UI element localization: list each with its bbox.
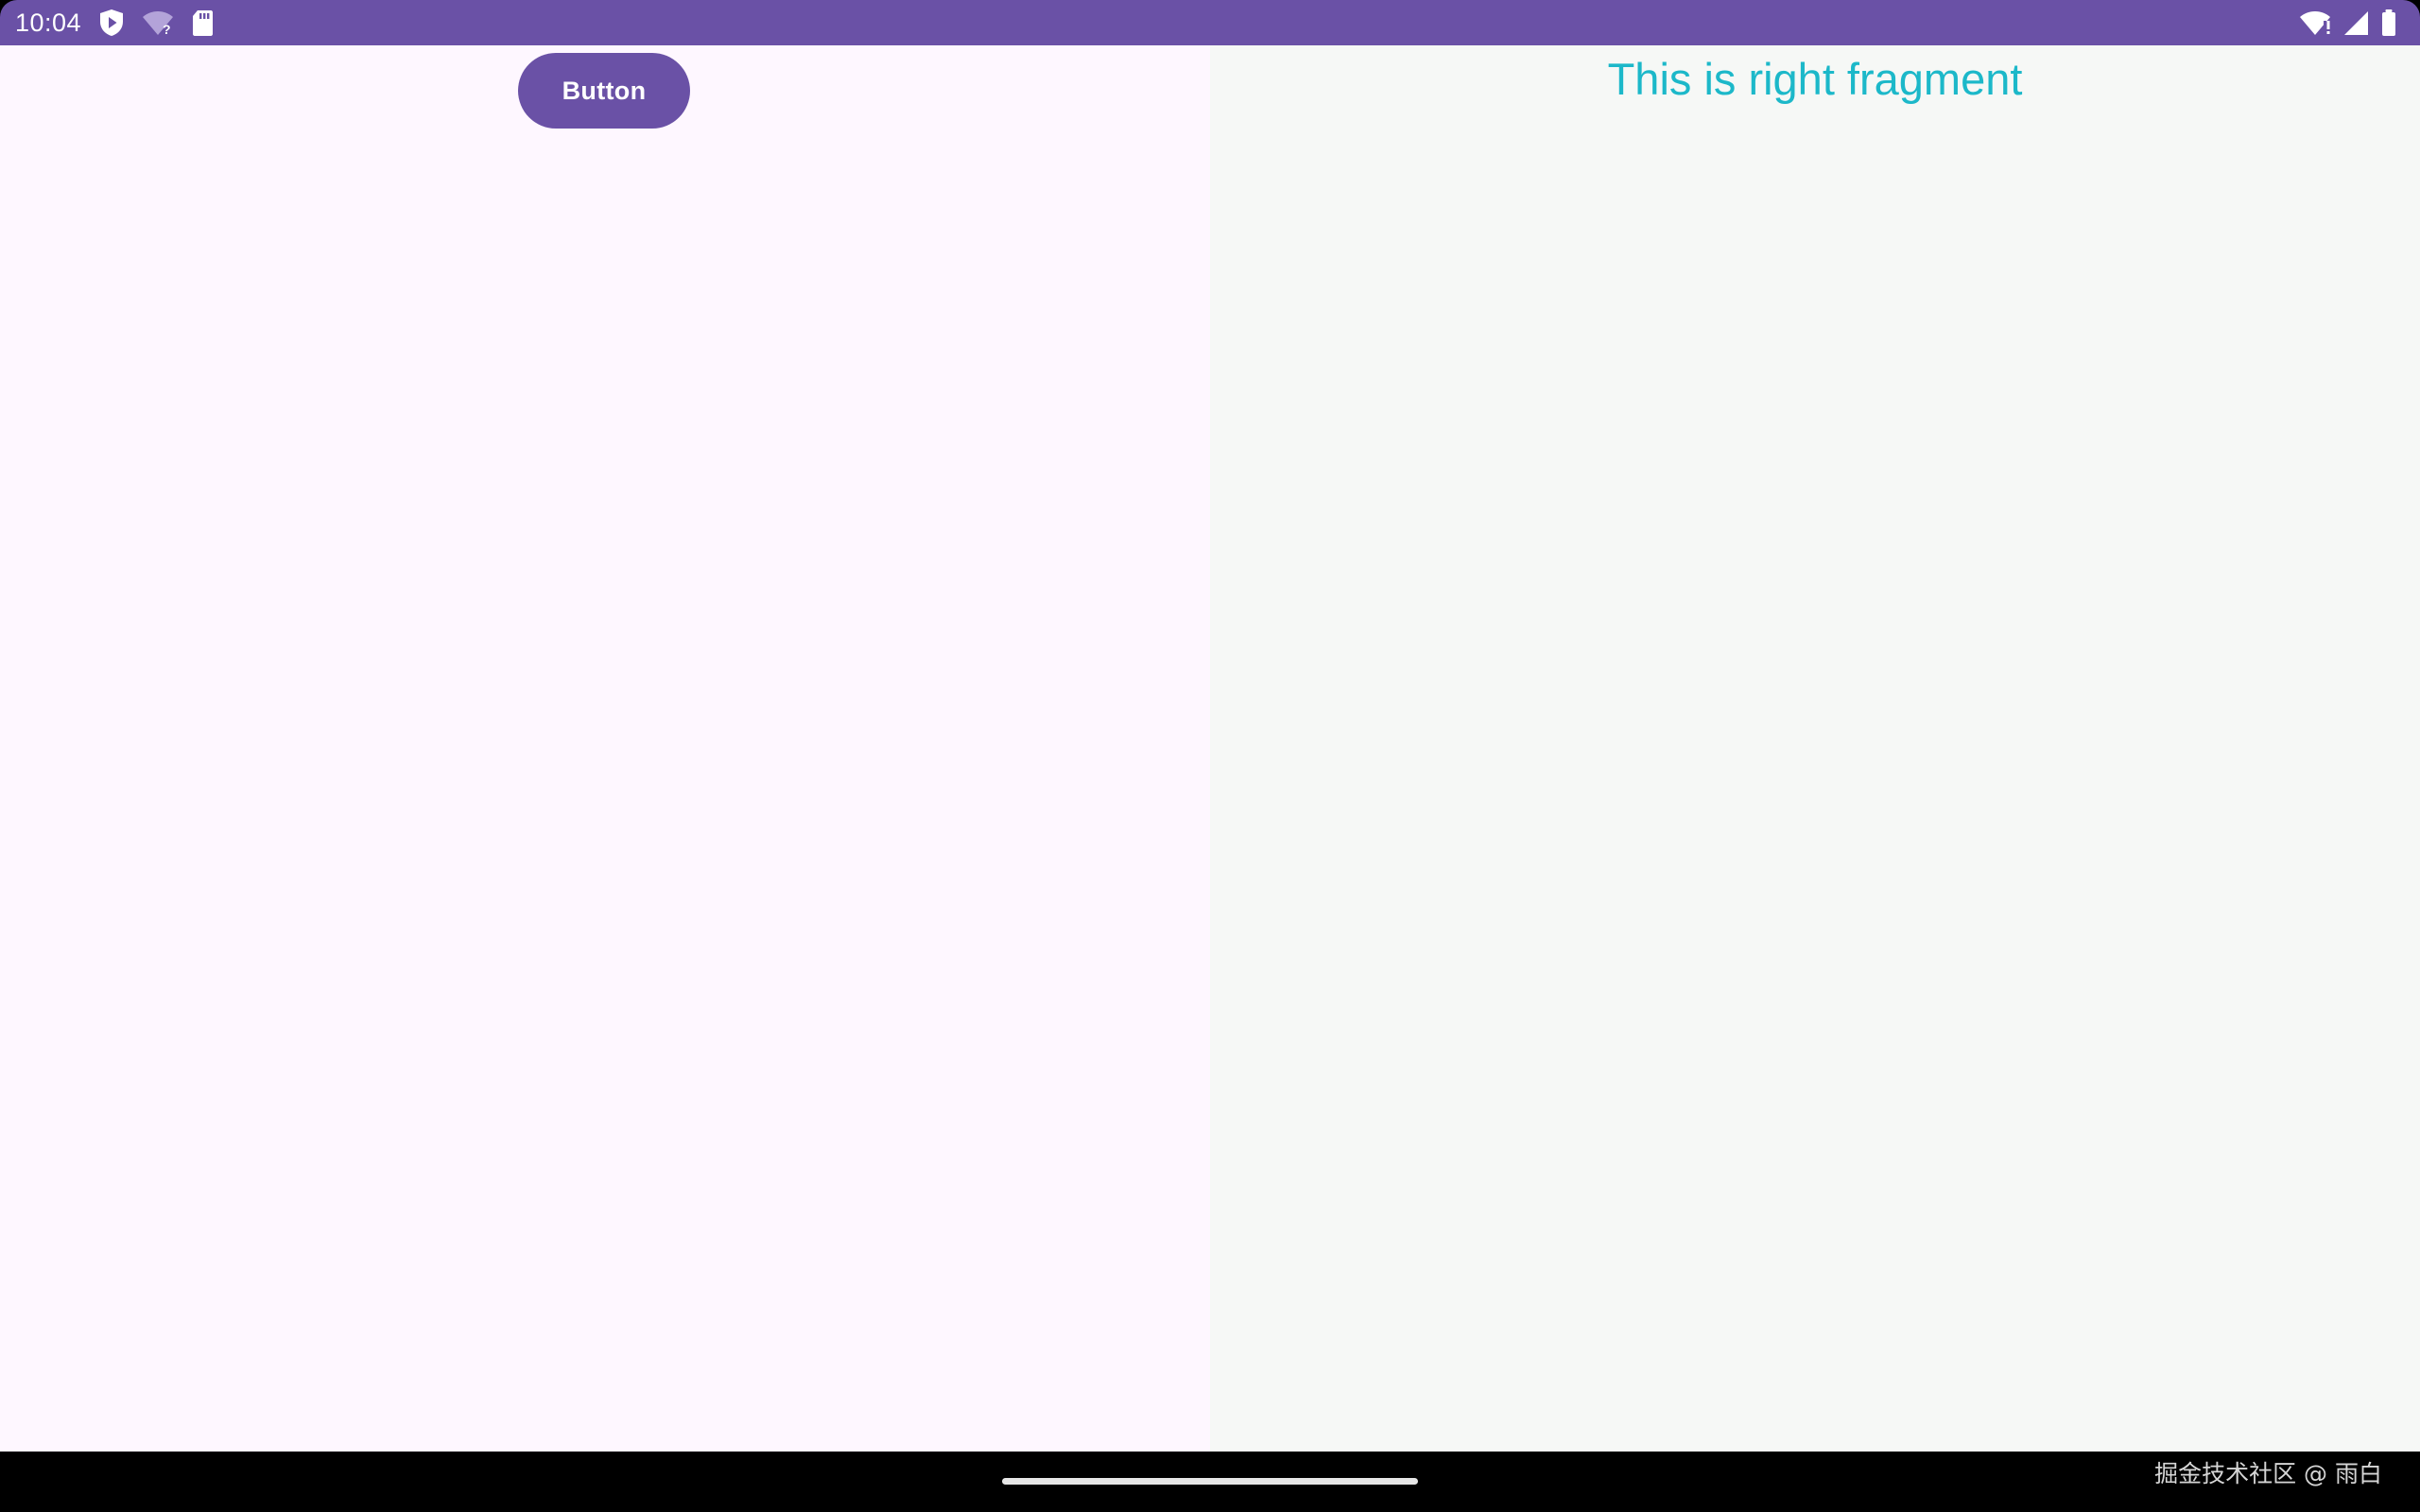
- gesture-navigation-handle[interactable]: [1002, 1478, 1418, 1485]
- status-bar: 10:04 ?: [0, 0, 2420, 45]
- right-fragment-text: This is right fragment: [1607, 54, 2023, 104]
- right-fragment: This is right fragment: [1210, 45, 2420, 1452]
- sd-card-icon: [191, 9, 214, 37]
- fragment-button[interactable]: Button: [518, 53, 690, 129]
- app-content: Button This is right fragment: [0, 45, 2420, 1452]
- watermark: 掘金技术社区 @ 雨白: [2154, 1460, 2382, 1487]
- status-bar-left: 10:04 ?: [15, 0, 214, 45]
- wifi-unknown-icon: ?: [142, 9, 174, 37]
- shield-play-icon: [98, 9, 125, 37]
- device-screen: 10:04 ? Button This is right fragment 掘金…: [0, 0, 2420, 1512]
- svg-text:?: ?: [163, 22, 171, 37]
- battery-icon: [2380, 9, 2397, 37]
- left-fragment: Button: [0, 45, 1210, 1452]
- navigation-bar: 掘金技术社区 @ 雨白: [0, 1452, 2420, 1512]
- cell-signal-icon: [2342, 9, 2369, 37]
- status-bar-right: [2299, 0, 2405, 45]
- status-time: 10:04: [15, 9, 82, 37]
- wifi-alert-icon: [2299, 9, 2331, 37]
